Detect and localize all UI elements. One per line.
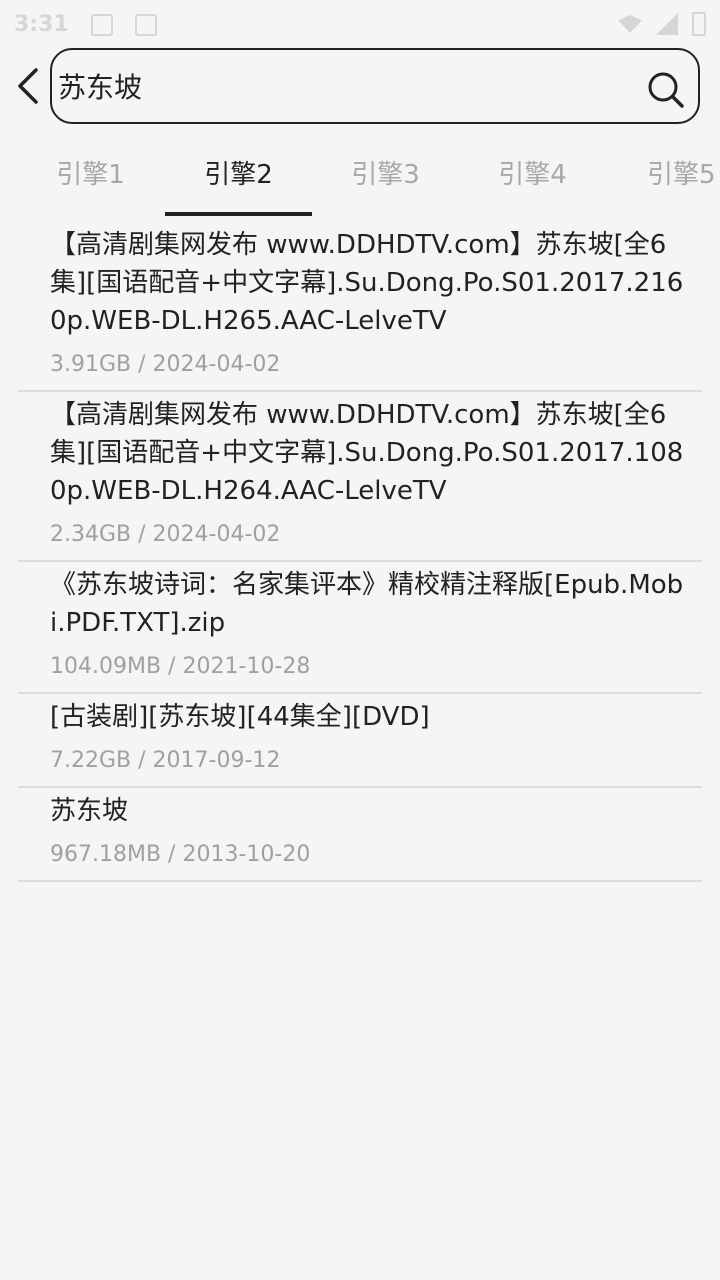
result-item[interactable]: 苏东坡 967.18MB / 2013-10-20 — [18, 788, 702, 882]
tab-engine-5[interactable]: 引擎5 — [606, 150, 720, 216]
result-size: 7.22GB — [50, 748, 132, 773]
tab-engine-3[interactable]: 引擎3 — [312, 150, 459, 216]
result-title: 【高清剧集网发布 www.DDHDTV.com】苏东坡[全6集][国语配音+中文… — [50, 230, 684, 336]
tab-engine-1[interactable]: 引擎1 — [17, 150, 164, 216]
back-button[interactable] — [10, 64, 46, 108]
tab-engine-2[interactable]: 引擎2 — [165, 150, 312, 216]
result-meta: 3.91GB / 2024-04-02 — [50, 352, 281, 377]
status-right — [618, 12, 706, 36]
result-date: 2024-04-02 — [152, 522, 281, 547]
result-meta: 104.09MB / 2021-10-28 — [50, 654, 311, 679]
result-title: 苏东坡 — [50, 796, 129, 826]
search-button[interactable] — [646, 70, 686, 110]
wifi-icon — [618, 15, 642, 33]
tab-engine-4[interactable]: 引擎4 — [459, 150, 606, 216]
result-meta: 7.22GB / 2017-09-12 — [50, 748, 281, 773]
result-title: [古装剧][苏东坡][44集全][DVD] — [50, 702, 430, 732]
result-date: 2013-10-20 — [182, 842, 311, 867]
result-item[interactable]: 【高清剧集网发布 www.DDHDTV.com】苏东坡[全6集][国语配音+中文… — [18, 222, 702, 392]
status-bar: 3:31 — [0, 0, 720, 48]
search-input[interactable] — [58, 64, 638, 108]
search-header — [0, 48, 720, 124]
result-size: 967.18MB — [50, 842, 162, 867]
result-list: 【高清剧集网发布 www.DDHDTV.com】苏东坡[全6集][国语配音+中文… — [18, 222, 702, 882]
notification-icon — [134, 13, 157, 36]
result-meta: 967.18MB / 2013-10-20 — [50, 842, 311, 867]
result-item[interactable]: [古装剧][苏东坡][44集全][DVD] 7.22GB / 2017-09-1… — [18, 694, 702, 788]
result-date: 2021-10-28 — [182, 654, 311, 679]
search-box — [50, 48, 700, 124]
status-left: 3:31 — [14, 12, 157, 37]
result-meta: 2.34GB / 2024-04-02 — [50, 522, 281, 547]
result-size: 2.34GB — [50, 522, 132, 547]
result-size: 104.09MB — [50, 654, 162, 679]
result-date: 2017-09-12 — [152, 748, 281, 773]
notification-icon — [90, 13, 113, 36]
status-time: 3:31 — [14, 12, 69, 37]
search-icon — [648, 72, 684, 108]
result-date: 2024-04-02 — [152, 352, 281, 377]
result-size: 3.91GB — [50, 352, 132, 377]
result-item[interactable]: 【高清剧集网发布 www.DDHDTV.com】苏东坡[全6集][国语配音+中文… — [18, 392, 702, 562]
result-title: 《苏东坡诗词：名家集评本》精校精注释版[Epub.Mobi.PDF.TXT].z… — [50, 570, 684, 638]
chevron-left-icon — [18, 68, 38, 104]
engine-tabs: 引擎1 引擎2 引擎3 引擎4 引擎5 — [0, 150, 720, 216]
battery-icon — [692, 12, 706, 36]
result-item[interactable]: 《苏东坡诗词：名家集评本》精校精注释版[Epub.Mobi.PDF.TXT].z… — [18, 562, 702, 694]
result-title: 【高清剧集网发布 www.DDHDTV.com】苏东坡[全6集][国语配音+中文… — [50, 400, 684, 506]
signal-icon — [656, 13, 678, 35]
